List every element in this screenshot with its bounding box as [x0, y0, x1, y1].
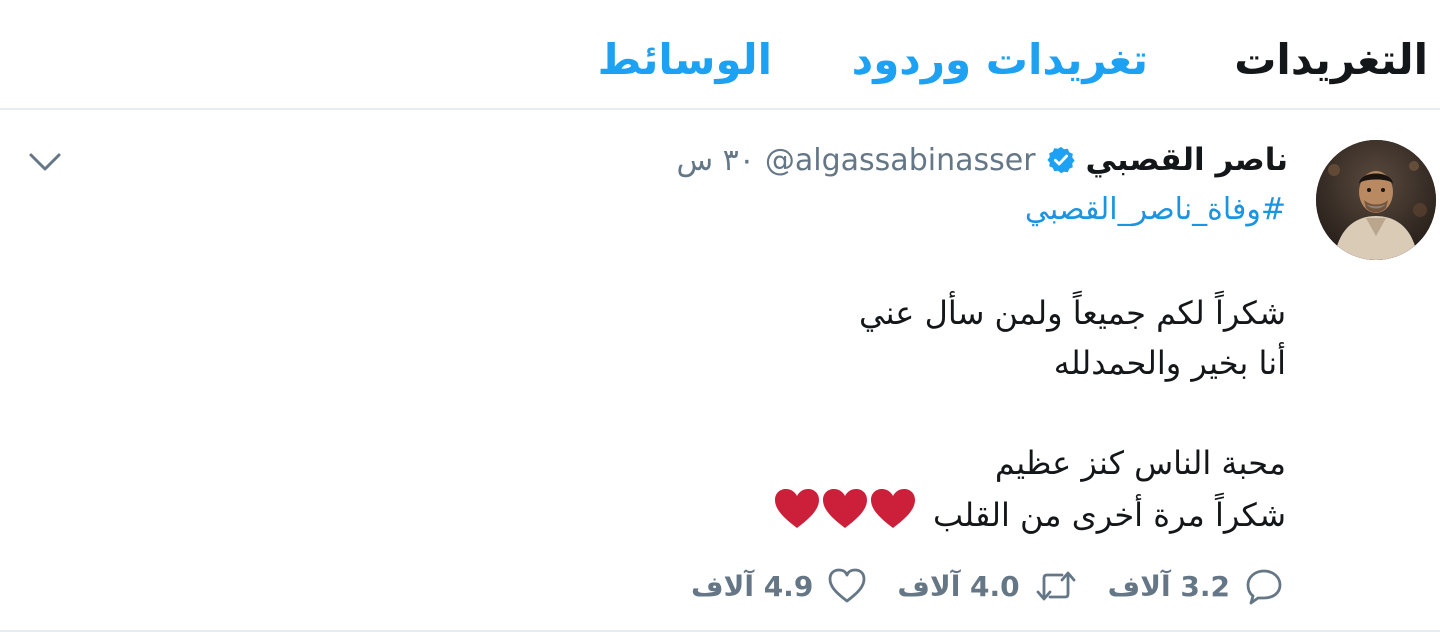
- author-handle[interactable]: @algassabinasser: [765, 143, 1036, 178]
- reply-icon: [1244, 566, 1284, 606]
- tweet-line: أنا بخير والحمدلله: [1053, 344, 1286, 382]
- author-name[interactable]: ناصر القصبي: [1086, 142, 1288, 178]
- avatar[interactable]: [1316, 140, 1436, 260]
- tweet-timestamp[interactable]: ٣٠ س: [677, 143, 755, 178]
- tweet-line: شكراً مرة أخرى من القلب: [933, 496, 1286, 534]
- avatar-photo: [1316, 140, 1436, 260]
- profile-tabs: التغريدات تغريدات وردود الوسائط: [0, 0, 1440, 110]
- tweet-actions: 3.2 آلاف 4.0 آلاف 4.9 آلاف: [691, 564, 1284, 608]
- tweet-line: شكراً لكم جميعاً ولمن سأل عني: [858, 294, 1286, 332]
- reply-count: 3.2 آلاف: [1107, 569, 1230, 603]
- chevron-down-icon[interactable]: [28, 146, 62, 176]
- reply-button[interactable]: 3.2 آلاف: [1108, 566, 1284, 606]
- tab-tweets-replies[interactable]: تغريدات وردود: [852, 30, 1148, 90]
- tab-tweets[interactable]: التغريدات: [1234, 30, 1428, 90]
- tweet-line: محبة الناس كنز عظيم: [994, 444, 1286, 482]
- tweet-card[interactable]: ناصر القصبي @algassabinasser ٣٠ س #وفاة_…: [0, 112, 1440, 632]
- heart-emoji-icon: [773, 488, 917, 546]
- tweet-header: ناصر القصبي @algassabinasser ٣٠ س: [677, 140, 1289, 180]
- tweet-line-with-hearts: شكراً مرة أخرى من القلب: [666, 488, 1286, 538]
- tab-media[interactable]: الوسائط: [598, 30, 772, 90]
- tweet-text: شكراً لكم جميعاً ولمن سأل عني أنا بخير و…: [666, 288, 1286, 538]
- like-button[interactable]: 4.9 آلاف: [691, 566, 867, 606]
- like-icon: [827, 566, 867, 606]
- like-count: 4.9 آلاف: [690, 569, 814, 603]
- retweet-button[interactable]: 4.0 آلاف: [897, 566, 1077, 606]
- hashtag-link[interactable]: #وفاة_ناصر_القصبي: [1025, 192, 1286, 227]
- retweet-count: 4.0 آلاف: [897, 569, 1020, 603]
- retweet-icon: [1034, 566, 1078, 606]
- verified-badge-icon: [1046, 145, 1076, 175]
